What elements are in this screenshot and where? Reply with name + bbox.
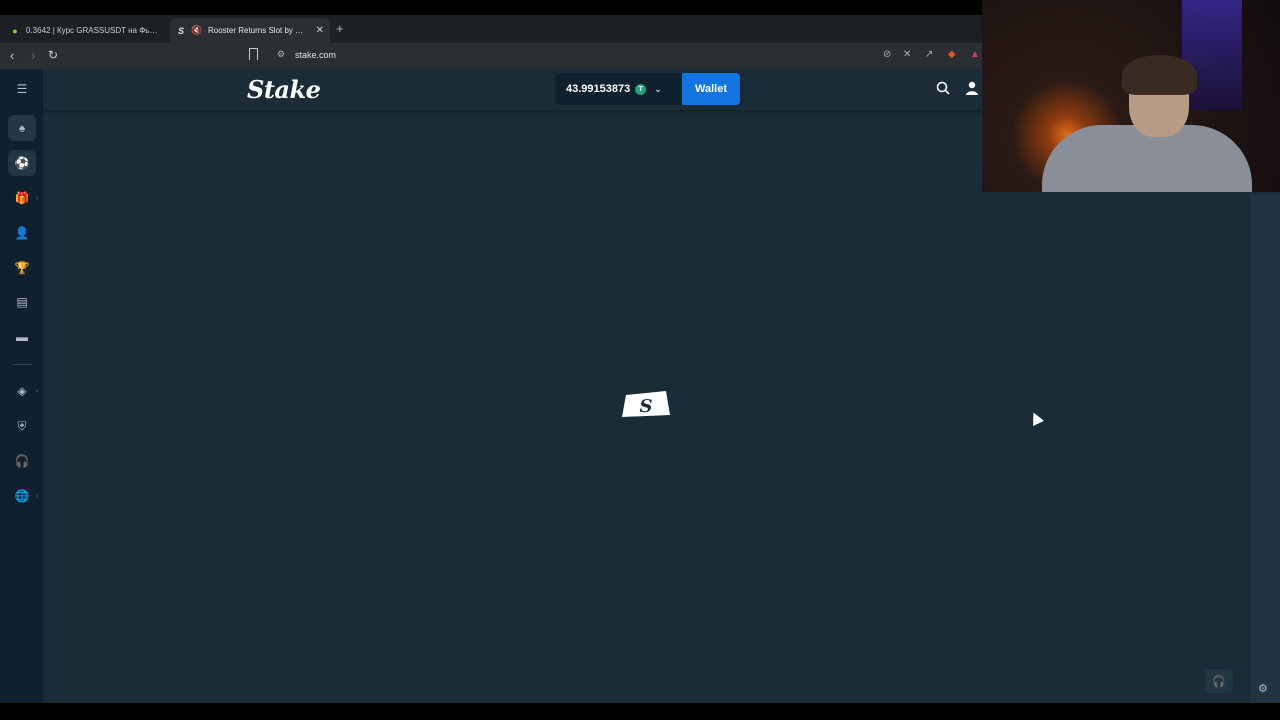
webcam-person-hair xyxy=(1122,55,1197,95)
tab-title: Rooster Returns Slot by Massive xyxy=(208,26,310,35)
headset-icon: 🎧 xyxy=(1212,675,1226,688)
gift-icon[interactable]: 🎁 › xyxy=(8,185,38,211)
webcam-overlay xyxy=(982,0,1280,192)
scrollbar[interactable] xyxy=(1250,194,1280,703)
tab-favicon-icon: ● xyxy=(12,25,18,36)
site-info-icon[interactable]: ⚙ xyxy=(277,49,285,60)
responsible-gambling-icon[interactable]: ⛨ xyxy=(8,413,36,439)
live-chat-button[interactable]: 🎧 xyxy=(1205,669,1233,693)
trophy-icon[interactable]: 🏆 xyxy=(8,255,36,281)
share-icon[interactable]: ↗ xyxy=(925,49,933,60)
browser-navbar: ‹ › ↻ ⚙ stake.com ⊘ ✕ ↗ ◆ ▲ xyxy=(0,43,982,69)
chevron-right-icon: › xyxy=(35,194,38,202)
casino-icon[interactable]: ♠ xyxy=(8,115,36,141)
stake-favicon-icon: S xyxy=(177,25,184,36)
sidebar: ☰ ♠ ⚽ 🎁 › 👤 🏆 ▤ ▬ ◈ › ⛨ 🎧 🌐 › xyxy=(0,69,43,703)
user-icon[interactable] xyxy=(965,81,979,98)
sponsorship-icon[interactable]: ◈ › xyxy=(8,378,38,404)
reload-icon[interactable]: ↻ xyxy=(48,48,58,62)
stake-logo[interactable]: Stake xyxy=(247,75,321,104)
language-icon[interactable]: 🌐 › xyxy=(8,483,38,509)
muted-speaker-icon[interactable]: 🔇 xyxy=(191,25,202,36)
tab-grass[interactable]: ● 0.3642 | Курс GRASSUSDT на Фьючерс xyxy=(4,18,164,43)
mute-icon[interactable]: ✕ xyxy=(903,49,911,60)
translate-off-icon[interactable]: ⊘ xyxy=(883,49,891,60)
affiliate-icon[interactable]: 👤 xyxy=(8,220,36,246)
browser-tab-bar: ● 0.3642 | Курс GRASSUSDT на Фьючерс S 🔇… xyxy=(0,15,982,43)
balance-selector[interactable]: 43.99153873 T ⌄ xyxy=(555,73,683,105)
sports-icon[interactable]: ⚽ xyxy=(8,150,36,176)
sidebar-divider xyxy=(12,364,32,365)
address-bar[interactable]: stake.com xyxy=(295,50,336,60)
rewards-icon[interactable]: ▲ xyxy=(970,49,980,60)
search-icon[interactable] xyxy=(936,81,950,98)
stake-loading-logo: S xyxy=(622,391,670,417)
bottom-strip xyxy=(0,703,1280,720)
back-icon[interactable]: ‹ xyxy=(10,48,14,63)
chevron-down-icon: ⌄ xyxy=(654,83,662,94)
forward-icon[interactable]: › xyxy=(31,48,35,63)
balance-amount: 43.99153873 xyxy=(566,83,631,95)
webcam-light xyxy=(1182,0,1242,110)
new-tab-button[interactable]: + xyxy=(336,21,344,36)
tether-icon: T xyxy=(635,83,647,95)
blog-icon[interactable]: ▤ xyxy=(8,289,36,315)
stake-loading-letter: S xyxy=(640,396,653,417)
close-tab-icon[interactable]: ✕ xyxy=(316,25,324,36)
live-support-icon[interactable]: 🎧 xyxy=(8,448,36,474)
bookmark-icon[interactable] xyxy=(249,48,258,60)
gear-icon[interactable]: ⚙ xyxy=(1258,682,1268,695)
tab-rooster-returns[interactable]: S 🔇 Rooster Returns Slot by Massive ✕ xyxy=(170,18,330,43)
tab-title: 0.3642 | Курс GRASSUSDT на Фьючерс xyxy=(26,26,158,35)
menu-icon[interactable]: ☰ xyxy=(8,76,36,102)
chevron-right-icon: › xyxy=(35,492,38,500)
forum-icon[interactable]: ▬ xyxy=(8,324,36,350)
brave-shield-icon[interactable]: ◆ xyxy=(948,49,956,60)
wallet-button[interactable]: Wallet xyxy=(682,73,740,105)
chevron-right-icon: › xyxy=(35,387,38,395)
